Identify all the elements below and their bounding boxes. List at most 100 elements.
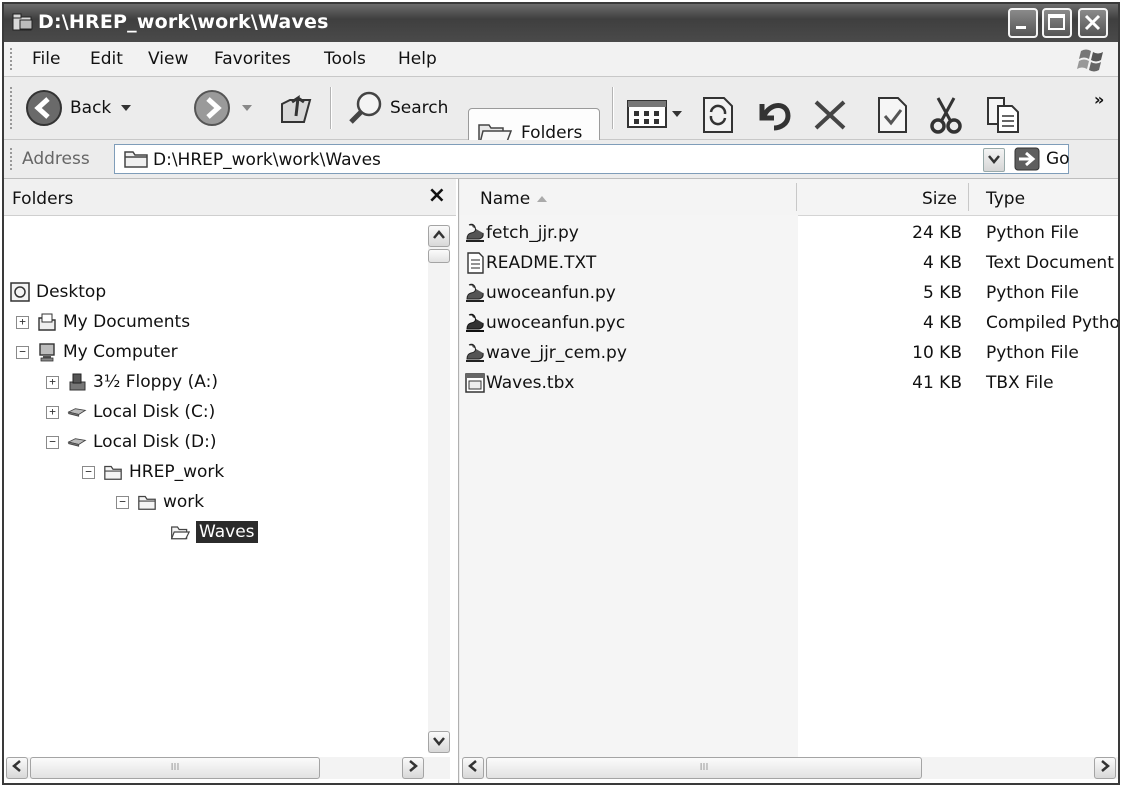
scroll-up-button[interactable] [428, 225, 450, 247]
collapse-icon[interactable]: − [116, 495, 129, 509]
tree-item-label-selected: Waves [196, 521, 258, 543]
scroll-left-button[interactable] [6, 757, 28, 779]
file-row[interactable]: fetch_jjr.py 24 KB Python File [460, 219, 1118, 249]
properties-icon[interactable] [876, 96, 910, 134]
scroll-right-button[interactable] [402, 757, 424, 779]
tree-item-hrep-work[interactable]: − HREP_work [82, 459, 224, 485]
file-row[interactable]: uwoceanfun.pyc 4 KB Compiled Python [460, 309, 1118, 339]
tree-item-label: My Documents [63, 312, 191, 332]
file-size: 24 KB [912, 223, 962, 243]
folders-horizontal-scrollbar[interactable]: III [6, 757, 450, 779]
expand-icon[interactable]: + [16, 315, 29, 329]
expand-icon[interactable]: + [46, 375, 59, 389]
file-row[interactable]: README.TXT 4 KB Text Document [460, 249, 1118, 279]
scroll-thumb[interactable]: III [486, 757, 922, 779]
address-input[interactable]: D:\HREP_work\work\Waves [114, 144, 1069, 174]
maximize-button[interactable] [1042, 8, 1072, 38]
sort-ascending-icon [537, 196, 547, 202]
tree-item-waves[interactable]: Waves [170, 519, 258, 545]
file-name: uwoceanfun.pyc [486, 313, 626, 333]
column-header-size[interactable]: Size [922, 189, 957, 209]
file-size: 10 KB [912, 343, 962, 363]
folders-pane: Folders × Desktop + My Documents − My Co… [4, 179, 459, 783]
toolbar-overflow-chevron[interactable]: » [1094, 90, 1104, 109]
scroll-left-button[interactable] [462, 757, 484, 779]
collapse-icon[interactable]: − [82, 465, 95, 479]
address-dropdown-button[interactable] [983, 148, 1005, 172]
menu-tools[interactable]: Tools [324, 49, 366, 69]
address-bar: Address D:\HREP_work\work\Waves Go [4, 140, 1118, 179]
scroll-right-button[interactable] [1094, 757, 1116, 779]
file-size: 5 KB [922, 283, 962, 303]
up-folder-button[interactable] [276, 85, 316, 131]
close-icon[interactable]: × [428, 183, 446, 208]
views-button[interactable] [626, 96, 682, 132]
file-row[interactable]: Waves.tbx 41 KB TBX File [460, 369, 1118, 399]
menu-grip[interactable] [10, 48, 14, 70]
file-type: TBX File [986, 373, 1054, 393]
tree-item-desktop[interactable]: Desktop [10, 279, 106, 305]
minimize-button[interactable] [1008, 8, 1038, 38]
cut-icon[interactable] [928, 96, 964, 134]
tree-item-local-disk-c[interactable]: + Local Disk (C:) [46, 399, 215, 425]
scroll-thumb[interactable]: III [30, 757, 320, 779]
tree-item-local-disk-d[interactable]: − Local Disk (D:) [46, 429, 216, 455]
delete-icon[interactable] [812, 98, 848, 132]
menu-file[interactable]: File [32, 49, 60, 69]
tree-item-label: 3½ Floppy (A:) [93, 372, 218, 392]
menu-bar: File Edit View Favorites Tools Help [4, 42, 1118, 77]
tree-item-my-computer[interactable]: − My Computer [16, 339, 178, 365]
python-file-icon [466, 313, 484, 332]
file-name: Waves.tbx [486, 373, 575, 393]
file-row[interactable]: uwoceanfun.py 5 KB Python File [460, 279, 1118, 309]
menu-favorites[interactable]: Favorites [214, 49, 291, 69]
sync-icon[interactable] [700, 96, 736, 134]
chevron-down-icon[interactable] [121, 104, 132, 112]
column-separator[interactable] [968, 183, 969, 211]
tree-item-my-documents[interactable]: + My Documents [16, 309, 190, 335]
tree-item-floppy-a[interactable]: + 3½ Floppy (A:) [46, 369, 218, 395]
back-button[interactable]: Back [24, 85, 132, 131]
file-size: 4 KB [922, 253, 962, 273]
folder-icon [104, 465, 122, 480]
menu-view[interactable]: View [148, 49, 188, 69]
up-folder-icon [281, 94, 312, 123]
chevron-down-icon[interactable] [242, 104, 252, 112]
copy-icon[interactable] [986, 96, 1020, 134]
tree-item-label: work [163, 492, 205, 512]
go-button[interactable]: Go [1014, 145, 1094, 173]
address-grip[interactable] [10, 148, 14, 170]
search-button[interactable]: Search [346, 85, 448, 131]
window-title: D:\HREP_work\work\Waves [38, 11, 329, 33]
chevron-down-icon[interactable] [672, 110, 682, 118]
file-type: Python File [986, 343, 1079, 363]
scroll-thumb[interactable] [428, 249, 450, 263]
desktop-icon [10, 282, 30, 302]
column-separator[interactable] [796, 183, 797, 211]
chevron-down-icon [433, 737, 445, 746]
file-name: README.TXT [486, 253, 597, 273]
collapse-icon[interactable]: − [46, 435, 59, 449]
views-icon [627, 100, 667, 128]
tree-item-label: My Computer [63, 342, 178, 362]
column-header-name[interactable]: Name [480, 189, 530, 209]
scroll-down-button[interactable] [428, 731, 450, 753]
expand-icon[interactable]: + [46, 405, 59, 419]
menu-edit[interactable]: Edit [90, 49, 123, 69]
undo-icon[interactable] [752, 96, 796, 132]
column-header-type[interactable]: Type [986, 189, 1025, 209]
toolbar-grip[interactable] [10, 87, 14, 129]
folders-vertical-scrollbar[interactable] [428, 225, 450, 753]
maximize-icon [1048, 14, 1065, 30]
close-button[interactable] [1078, 8, 1108, 38]
forward-button[interactable] [192, 85, 252, 131]
collapse-icon[interactable]: − [16, 345, 29, 359]
my-computer-icon [39, 343, 55, 362]
tree-item-work[interactable]: − work [116, 489, 204, 515]
files-horizontal-scrollbar[interactable]: III [462, 757, 1118, 779]
address-value: D:\HREP_work\work\Waves [153, 150, 381, 170]
file-row[interactable]: wave_jjr_cem.py 10 KB Python File [460, 339, 1118, 369]
title-bar[interactable]: D:\HREP_work\work\Waves [4, 4, 1118, 42]
menu-help[interactable]: Help [398, 49, 437, 69]
tree-item-label: Local Disk (D:) [93, 432, 217, 452]
